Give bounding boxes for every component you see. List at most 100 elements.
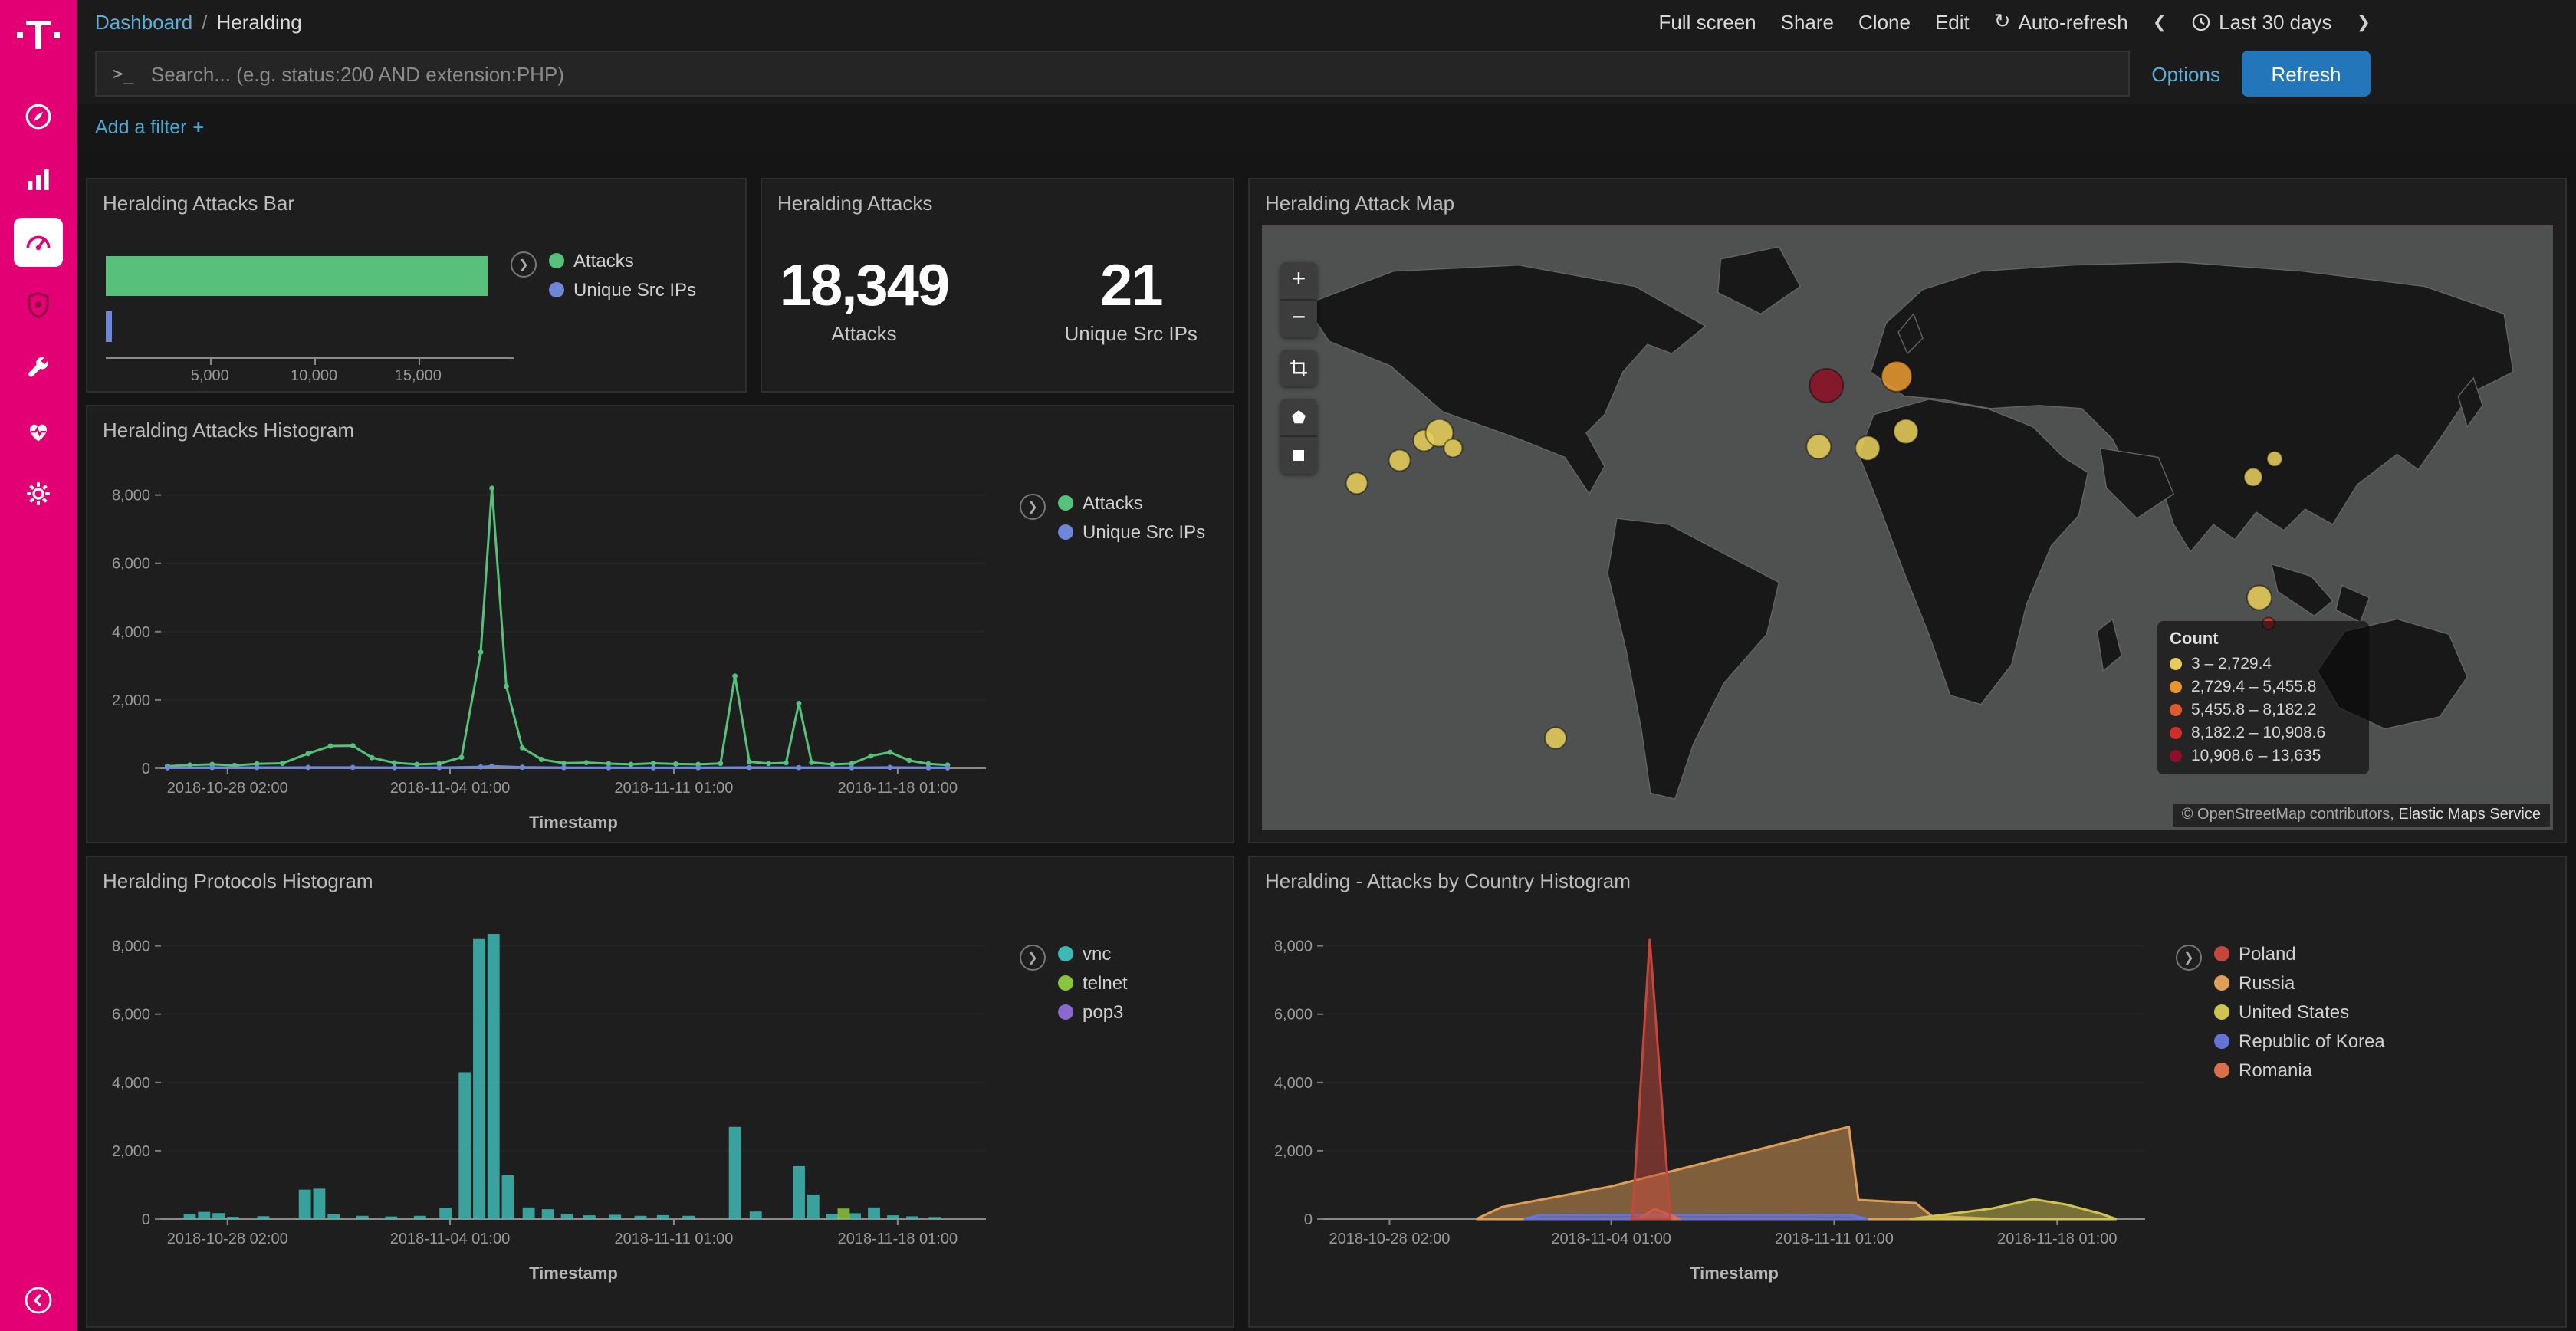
legend-dot (2214, 1063, 2229, 1078)
sidebar-item-monitoring[interactable] (14, 406, 63, 455)
sidebar-item-dashboard[interactable] (14, 218, 63, 267)
svg-text:2018-10-28 02:00: 2018-10-28 02:00 (167, 780, 288, 797)
refresh-button[interactable]: Refresh (2242, 51, 2371, 97)
panel-title: Heralding Protocols Histogram (87, 857, 1233, 892)
zoom-out-button[interactable]: − (1280, 301, 1317, 337)
map-legend-row: 5,455.8 – 8,182.2 (2170, 701, 2357, 719)
attacks-histogram-chart[interactable]: 02,0004,0006,0008,0002018-10-28 02:00201… (90, 449, 1007, 836)
legend-item-republic-of-korea[interactable]: Republic of Korea (2214, 1030, 2385, 1052)
collapse-icon (23, 1285, 54, 1316)
legend-dot (1058, 524, 1073, 540)
legend-toggle-icon[interactable]: ❯ (511, 251, 537, 278)
rectangle-icon (1288, 445, 1309, 466)
breadcrumb-separator: / (202, 10, 207, 33)
svg-text:6,000: 6,000 (112, 556, 150, 573)
panel-attacks-metric: Heralding Attacks 18,349 Attacks 21 Uniq… (761, 178, 1234, 393)
svg-text:0: 0 (142, 761, 150, 777)
time-back-button[interactable]: ❮ (2153, 12, 2167, 31)
legend-item-vnc[interactable]: vnc (1058, 943, 1128, 965)
edit-button[interactable]: Edit (1935, 10, 1970, 33)
map-legend-row: 3 – 2,729.4 (2170, 655, 2357, 673)
svg-text:2018-11-18 01:00: 2018-11-18 01:00 (838, 780, 958, 797)
legend-dot (2214, 946, 2229, 961)
panel-title: Heralding Attacks Bar (87, 179, 745, 215)
map-attribution: © OpenStreetMap contributors, Elastic Ma… (2173, 804, 2550, 827)
hbar-Unique Src IPs[interactable] (106, 311, 112, 342)
legend-dot (1058, 975, 1073, 991)
query-options-link[interactable]: Options (2151, 62, 2220, 85)
legend-dot (2170, 658, 2182, 670)
legend-item-united-states[interactable]: United States (2214, 1001, 2385, 1023)
clone-button[interactable]: Clone (1858, 10, 1911, 33)
svg-text:8,000: 8,000 (112, 488, 150, 504)
svg-text:2018-11-11 01:00: 2018-11-11 01:00 (614, 780, 733, 797)
legend-item-romania[interactable]: Romania (2214, 1060, 2385, 1081)
breadcrumb-dashboard-link[interactable]: Dashboard (95, 10, 192, 33)
sidebar-item-tpot[interactable] (14, 281, 63, 330)
sidebar-item-devtools[interactable] (14, 343, 63, 393)
map-legend-title: Count (2170, 630, 2357, 649)
sidebar-item-visualize[interactable] (14, 155, 63, 204)
dashboard-grid: Heralding Attacks Bar 5,00010,00015,000 … (77, 150, 2576, 1331)
legend-toggle-icon[interactable]: ❯ (1020, 945, 1046, 971)
svg-text:Timestamp: Timestamp (529, 813, 618, 832)
legend-item-attacks[interactable]: Attacks (1058, 492, 1205, 514)
terminal-prompt-icon: >_ (112, 63, 134, 84)
sidebar-nav (14, 92, 63, 518)
top-navbar: Dashboard / Heralding Full screen Share … (77, 0, 2576, 44)
metric-group: 18,349 Attacks 21 Unique Src IPs (762, 215, 1233, 345)
legend-dot (2170, 750, 2182, 762)
time-range-label: Last 30 days (2219, 10, 2331, 33)
sidebar-item-management[interactable] (14, 469, 63, 518)
bar-chart-icon (23, 164, 54, 195)
svg-text:0: 0 (142, 1211, 150, 1228)
refresh-cycle-icon: ↻ (1994, 9, 2011, 34)
svg-text:4,000: 4,000 (1274, 1075, 1313, 1092)
svg-text:2018-11-18 01:00: 2018-11-18 01:00 (1997, 1231, 2117, 1247)
draw-rectangle-button[interactable] (1280, 437, 1317, 474)
time-range-picker[interactable]: Last 30 days (2191, 10, 2331, 33)
world-map[interactable]: + − (1262, 225, 2553, 830)
attacks-bar-chart[interactable]: 5,00010,00015,000 (106, 247, 566, 393)
legend-item-russia[interactable]: Russia (2214, 972, 2385, 994)
country-histogram-chart[interactable]: 02,0004,0006,0008,0002018-10-28 02:00201… (1253, 900, 2167, 1287)
svg-text:4,000: 4,000 (112, 624, 150, 641)
legend-item-attacks[interactable]: Attacks (549, 250, 696, 271)
legend-item-unique-src-ips[interactable]: Unique Src IPs (549, 279, 696, 301)
zoom-in-button[interactable]: + (1280, 262, 1317, 301)
legend-dot (549, 253, 564, 268)
auto-refresh-button[interactable]: ↻ Auto-refresh (1994, 9, 2128, 34)
chart-legend: ❯ Attacks Unique Src IPs (1020, 492, 1205, 543)
metric-label: Attacks (780, 322, 948, 345)
plus-icon: + (193, 117, 205, 138)
time-forward-button[interactable]: ❯ (2357, 12, 2371, 31)
share-button[interactable]: Share (1781, 10, 1834, 33)
panel-title: Heralding Attacks Histogram (87, 406, 1233, 442)
telekom-logo[interactable]: T (17, 12, 61, 58)
legend-item-telnet[interactable]: telnet (1058, 972, 1128, 994)
hbar-Attacks[interactable] (106, 256, 488, 296)
add-filter-link[interactable]: Add a filter+ (95, 117, 204, 138)
svg-text:2018-11-11 01:00: 2018-11-11 01:00 (614, 1231, 733, 1247)
search-box[interactable]: >_ (95, 51, 2130, 97)
panel-attack-map: Heralding Attack Map (1248, 178, 2567, 843)
logo-letter: T (26, 12, 51, 58)
filter-bar: Add a filter+ (77, 104, 2576, 150)
svg-text:2018-11-04 01:00: 2018-11-04 01:00 (390, 780, 510, 797)
sidebar-collapse-button[interactable] (0, 1285, 77, 1316)
draw-polygon-button[interactable] (1280, 399, 1317, 437)
legend-item-pop3[interactable]: pop3 (1058, 1001, 1128, 1023)
legend-toggle-icon[interactable]: ❯ (1020, 494, 1046, 520)
legend-item-poland[interactable]: Poland (2214, 943, 2385, 965)
fit-bounds-button[interactable] (1280, 350, 1317, 386)
svg-text:6,000: 6,000 (1274, 1007, 1313, 1024)
legend-toggle-icon[interactable]: ❯ (2176, 945, 2202, 971)
fullscreen-button[interactable]: Full screen (1658, 10, 1756, 33)
search-input[interactable] (148, 61, 2113, 87)
legend-item-unique-src-ips[interactable]: Unique Src IPs (1058, 521, 1205, 543)
map-legend-row: 8,182.2 – 10,908.6 (2170, 724, 2357, 742)
protocols-histogram-chart[interactable]: 02,0004,0006,0008,0002018-10-28 02:00201… (90, 900, 1007, 1287)
sidebar-item-discover[interactable] (14, 92, 63, 141)
map-controls: + − (1280, 262, 1317, 474)
legend-dot (2214, 1034, 2229, 1049)
